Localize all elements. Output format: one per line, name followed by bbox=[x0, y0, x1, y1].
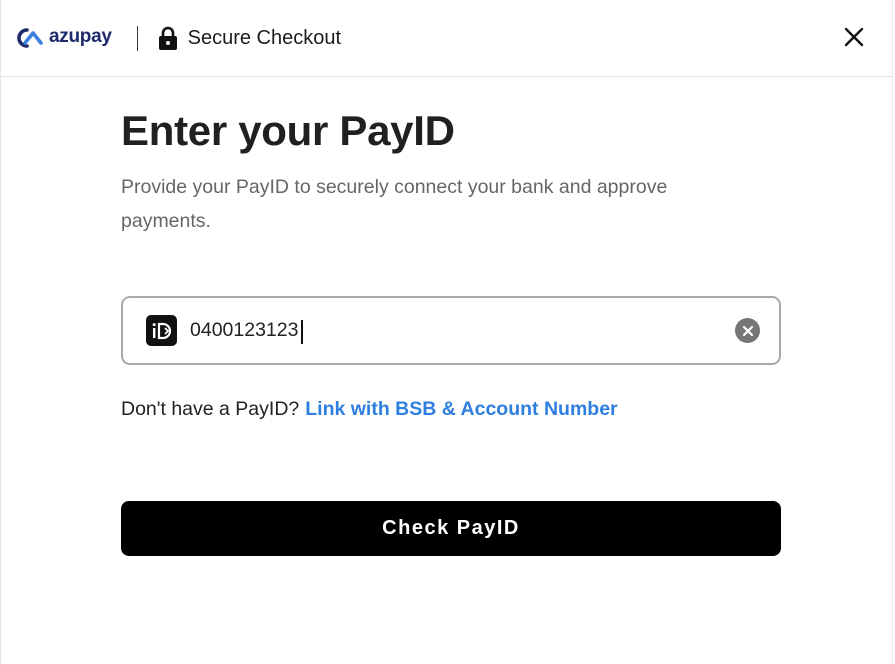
main-content: Enter your PayID Provide your PayID to s… bbox=[121, 77, 781, 556]
logo-text: azupay bbox=[49, 26, 112, 47]
azupay-logo-icon bbox=[17, 28, 43, 48]
clear-input-button[interactable] bbox=[735, 318, 760, 343]
payid-icon bbox=[146, 315, 177, 346]
payid-input-box[interactable] bbox=[121, 296, 781, 365]
payid-input[interactable] bbox=[190, 319, 710, 342]
link-bsb-account-link[interactable]: Link with BSB & Account Number bbox=[305, 398, 617, 420]
helper-prompt: Don't have a PayID? bbox=[121, 398, 300, 420]
no-payid-helper: Don't have a PayID? Link with BSB & Accou… bbox=[121, 398, 618, 421]
azupay-logo: azupay bbox=[14, 23, 112, 53]
page-subtitle: Provide your PayID to securely connect y… bbox=[121, 176, 668, 232]
text-cursor bbox=[301, 320, 303, 344]
page-title: Enter your PayID bbox=[121, 107, 455, 154]
header-title: Secure Checkout bbox=[187, 26, 342, 49]
header: azupay Secure Checkout bbox=[1, 0, 892, 77]
checkout-window: azupay Secure Checkout Enter your PayID … bbox=[0, 0, 893, 664]
header-divider bbox=[136, 25, 138, 51]
close-icon[interactable] bbox=[842, 25, 866, 49]
lock-icon bbox=[157, 25, 179, 51]
close-button[interactable] bbox=[842, 25, 866, 49]
clear-icon[interactable] bbox=[742, 325, 754, 337]
check-payid-button[interactable]: Check PayID bbox=[121, 501, 781, 556]
